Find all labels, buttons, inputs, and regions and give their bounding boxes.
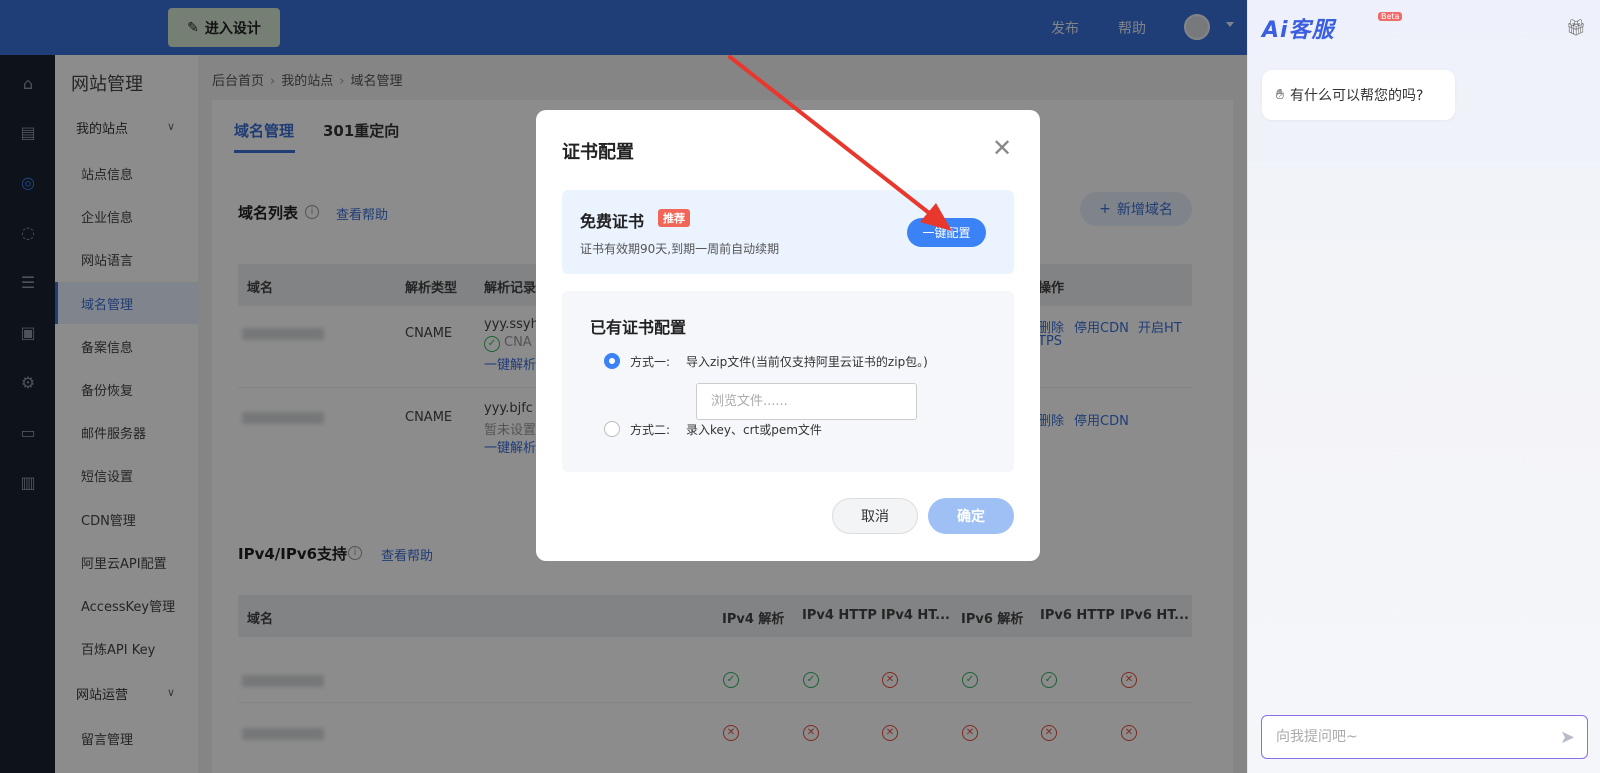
free-cert-title: 免费证书	[580, 212, 645, 231]
option2-radio[interactable]	[604, 421, 620, 437]
ai-logo: Ai客服	[1262, 18, 1335, 43]
wave-hand-icon: ✋︎	[1276, 87, 1284, 103]
one-click-config-button[interactable]: 一键配置	[907, 218, 986, 247]
file-browse-input[interactable]	[697, 384, 916, 419]
ai-greeting-bubble: ✋︎ 有什么可以帮您的吗?	[1262, 70, 1455, 120]
option2-text: 录入key、crt或pem文件	[686, 423, 822, 437]
certificate-config-dialog: 证书配置 ✕ 免费证书 推荐 证书有效期90天,到期一周前自动续期 一键配置 已…	[536, 110, 1040, 561]
ai-assistant-panel: Ai客服 Beta 🎁︎ ✋︎ 有什么可以帮您的吗? ➤	[1247, 0, 1600, 773]
option1-prefix: 方式一:	[630, 355, 671, 369]
option1-radio[interactable]	[604, 353, 620, 369]
file-browse-field[interactable]	[696, 383, 917, 420]
ai-greeting-text: 有什么可以帮您的吗?	[1289, 88, 1424, 104]
free-cert-description: 证书有效期90天,到期一周前自动续期	[580, 242, 780, 256]
beta-badge: Beta	[1378, 12, 1403, 21]
ai-question-input[interactable]	[1262, 716, 1512, 758]
send-icon[interactable]: ➤	[1560, 727, 1575, 748]
option2-prefix: 方式二:	[630, 423, 671, 437]
recommend-badge: 推荐	[658, 209, 690, 227]
cancel-button[interactable]: 取消	[832, 498, 918, 534]
ai-question-field[interactable]: ➤	[1261, 715, 1588, 759]
existing-certificate-section: 已有证书配置 方式一: 导入zip文件(当前仅支持阿里云证书的zip包。) 方式…	[562, 291, 1014, 472]
option1-text: 导入zip文件(当前仅支持阿里云证书的zip包。)	[686, 355, 928, 369]
existing-cert-title: 已有证书配置	[590, 318, 687, 337]
dialog-title: 证书配置	[562, 142, 634, 163]
free-certificate-section: 免费证书 推荐 证书有效期90天,到期一周前自动续期 一键配置	[562, 190, 1014, 274]
gift-icon[interactable]: 🎁︎	[1566, 18, 1586, 37]
close-icon[interactable]: ✕	[992, 136, 1012, 160]
confirm-button[interactable]: 确定	[928, 498, 1014, 534]
